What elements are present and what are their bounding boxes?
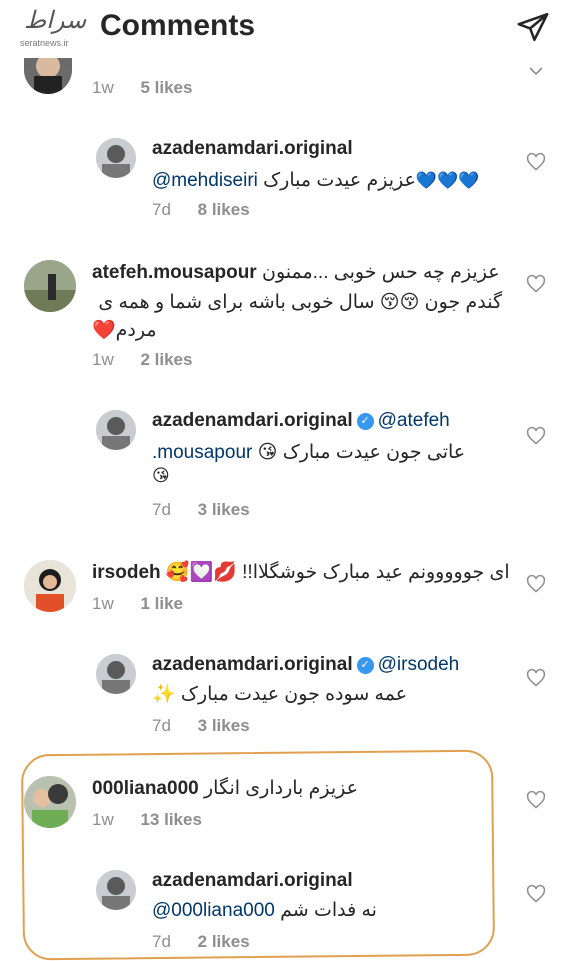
comment-age: 7d <box>152 716 171 735</box>
avatar[interactable] <box>24 260 76 312</box>
watermark-site: seratnews.ir <box>20 38 69 48</box>
comment-text-line: @mehdiseiri عزیزم عیدت مبارک💙💙💙 <box>152 166 479 196</box>
verified-badge-icon: ✓ <box>356 657 374 674</box>
comment-likes[interactable]: 1 like <box>140 594 183 613</box>
comment-meta: 1w 5 likes <box>92 78 192 98</box>
avatar[interactable] <box>24 58 72 94</box>
avatar-photo <box>24 776 76 828</box>
comment-text: عزیزم چه حس خوبی ...ممنون <box>261 262 500 283</box>
comment-mention[interactable]: .mousapour <box>152 442 252 463</box>
comment-likes[interactable]: 2 likes <box>140 350 192 369</box>
avatar-photo <box>96 410 136 450</box>
comment-author[interactable]: irsodeh <box>92 562 161 583</box>
avatar-photo <box>96 870 136 910</box>
comment-text: عاتی جون عیدت مبارک 😘 <box>257 442 466 463</box>
heart-icon[interactable] <box>526 274 546 294</box>
comment-meta: 7d 8 likes <box>152 200 250 220</box>
comment-text-line: .mousapour عاتی جون عیدت مبارک 😘 <box>152 438 465 468</box>
heart-icon[interactable] <box>526 152 546 172</box>
comment-likes[interactable]: 13 likes <box>140 810 201 829</box>
comment-text: مردم❤️ <box>92 320 157 341</box>
avatar[interactable] <box>96 870 136 910</box>
chevron-down-icon[interactable] <box>526 62 546 82</box>
avatar-photo <box>24 260 76 312</box>
comment-text: گندم جون 😚😚 سال خوبی باشه برای شما و همه… <box>98 292 502 313</box>
comment-text: نه فدات شم <box>280 900 377 921</box>
comment-age: 1w <box>92 78 114 97</box>
comment-text: ای جووووونم عید مبارک خوشگلاا!! 💋💟🥰 <box>165 562 510 583</box>
watermark-mark: سراط <box>24 6 87 34</box>
heart-icon[interactable] <box>526 668 546 688</box>
comment-age: 7d <box>152 500 171 519</box>
comment-mention[interactable]: @atefeh <box>378 410 450 431</box>
comment-author[interactable]: azadenamdari.original <box>152 138 353 160</box>
verified-badge-icon: ✓ <box>356 413 374 430</box>
avatar-photo <box>96 654 136 694</box>
heart-icon[interactable] <box>526 884 546 904</box>
comment-meta: 1w 2 likes <box>92 350 192 370</box>
comment-likes[interactable]: 3 likes <box>198 716 250 735</box>
comment-likes[interactable]: 2 likes <box>198 932 250 951</box>
avatar-photo <box>34 58 62 94</box>
comment-age: 7d <box>152 200 171 219</box>
comment-age: 1w <box>92 810 114 829</box>
comment-emoji: 💙💙💙 <box>415 171 480 191</box>
avatar[interactable] <box>96 654 136 694</box>
watermark-logo: سراط seratnews.ir <box>14 6 98 50</box>
comment-mention[interactable]: @000liana000 <box>152 900 275 921</box>
page-title: Comments <box>100 9 256 42</box>
comment-text: عزیزم بارداری انگار <box>203 778 358 799</box>
comment-text: عمه سوده جون عیدت مبارک ✨ <box>152 684 408 705</box>
comment-likes[interactable]: 8 likes <box>198 200 250 219</box>
comment-age: 1w <box>92 594 114 613</box>
comment-author[interactable]: azadenamdari.original <box>152 654 353 675</box>
comment-meta: 7d 3 likes <box>152 500 250 520</box>
comment-text-line: azadenamdari.original ✓ @atefeh <box>152 410 450 432</box>
avatar[interactable] <box>24 560 76 612</box>
avatar-photo <box>96 138 136 178</box>
comment-author[interactable]: azadenamdari.original <box>152 410 353 431</box>
comment-meta: 1w 13 likes <box>92 810 202 830</box>
comment-text: عزیزم عیدت مبارک <box>263 170 416 191</box>
comment-meta: 7d 3 likes <box>152 716 250 736</box>
comment-author[interactable]: 000liana000 <box>92 778 199 799</box>
send-icon[interactable] <box>516 10 550 44</box>
comment-text-line: irsodeh ای جووووونم عید مبارک خوشگلاا!! … <box>92 558 510 588</box>
comment-likes[interactable]: 5 likes <box>140 78 192 97</box>
comment-author[interactable]: atefeh.mousapour <box>92 262 257 283</box>
comment-text-line: azadenamdari.original ✓ @irsodeh <box>152 654 459 676</box>
comment-text-line: @000liana000 نه فدات شم <box>152 896 377 926</box>
heart-icon[interactable] <box>526 426 546 446</box>
comment-meta: 7d 2 likes <box>152 932 250 952</box>
comment-age: 7d <box>152 932 171 951</box>
comment-meta: 1w 1 like <box>92 594 183 614</box>
comment-likes[interactable]: 3 likes <box>198 500 250 519</box>
avatar-photo <box>24 560 76 612</box>
comment-age: 1w <box>92 350 114 369</box>
comment-text-line: atefeh.mousapour عزیزم چه حس خوبی ...ممن… <box>92 258 500 288</box>
heart-icon[interactable] <box>526 574 546 594</box>
comment-text-line: 000liana000 عزیزم بارداری انگار <box>92 774 358 804</box>
comment-mention[interactable]: @irsodeh <box>378 654 460 675</box>
avatar[interactable] <box>96 138 136 178</box>
comment-emoji: 😘 <box>152 466 170 486</box>
heart-icon[interactable] <box>526 790 546 810</box>
comment-mention[interactable]: @mehdiseiri <box>152 170 258 191</box>
comment-author[interactable]: azadenamdari.original <box>152 870 353 892</box>
header-bar: سراط seratnews.ir Comments <box>0 0 576 58</box>
avatar[interactable] <box>24 776 76 828</box>
avatar[interactable] <box>96 410 136 450</box>
